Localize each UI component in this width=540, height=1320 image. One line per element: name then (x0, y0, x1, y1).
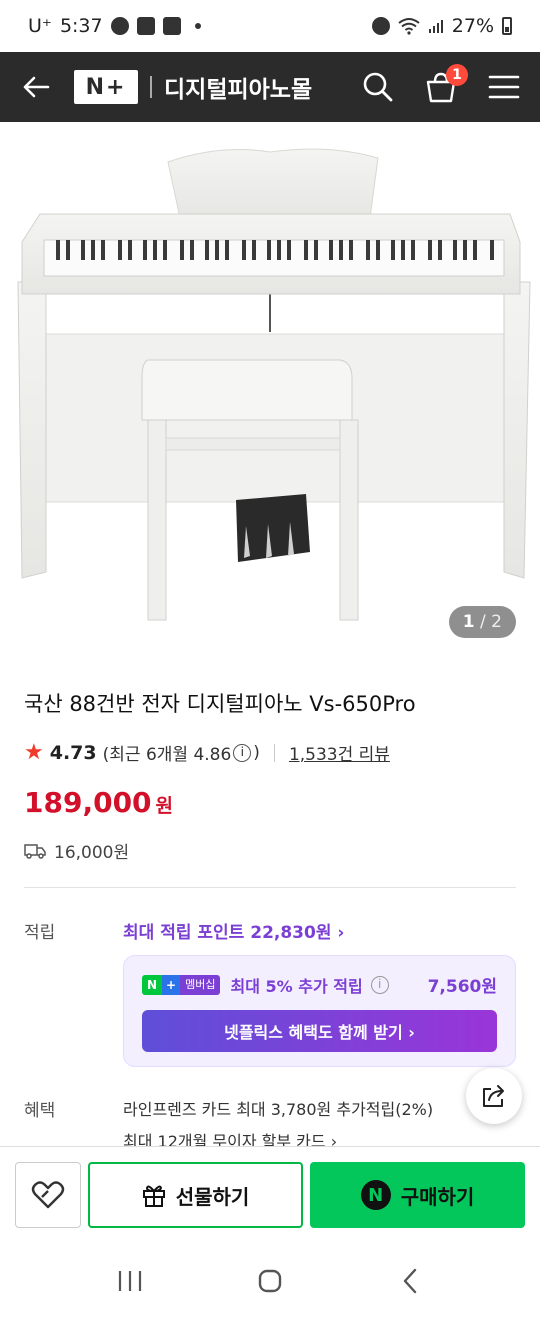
naver-plus-membership-badge: N + 멤버십 (142, 974, 221, 995)
home-button[interactable] (240, 1256, 300, 1306)
store-name[interactable]: 디지털피아노몰 (164, 70, 312, 104)
star-icon: ★ (24, 740, 44, 765)
arrow-left-icon (23, 76, 50, 98)
app-header: N+ 디지털피아노몰 1 (0, 52, 540, 122)
battery-icon (502, 17, 512, 35)
home-icon (258, 1269, 282, 1293)
review-count-link[interactable]: 1,533건 리뷰 (289, 740, 390, 765)
price-amount: 189,000 (24, 786, 152, 819)
status-right: 27% (371, 15, 512, 37)
gift-button[interactable]: 선물하기 (88, 1162, 303, 1228)
buy-label: 구매하기 (400, 1184, 475, 1209)
messenger-icon (110, 17, 129, 35)
recent-apps-button[interactable] (100, 1256, 160, 1306)
cart-count-badge: 1 (446, 64, 468, 86)
purchase-bar: 선물하기 N 구매하기 (0, 1146, 540, 1242)
header-divider (150, 76, 152, 98)
cart-button[interactable]: 1 (424, 64, 468, 104)
membership-amount: 7,560원 (427, 977, 497, 997)
clock: 5:37 (59, 15, 103, 37)
share-icon (483, 1085, 504, 1107)
pager-separator: / (480, 612, 486, 632)
membership-box: N + 멤버십 최대 5% 추가 적립 i 7,560원 넷플릭스 혜택도 함께… (123, 955, 516, 1067)
gift-icon (142, 1185, 165, 1207)
status-bar: U⁺ 5:37 27% (0, 0, 540, 52)
gallery-icon (136, 17, 155, 35)
wishlist-button[interactable] (15, 1162, 81, 1228)
price-currency: 원 (155, 795, 174, 817)
chevron-left-icon (403, 1268, 417, 1294)
share-button[interactable] (466, 1068, 522, 1124)
membership-text: 최대 5% 추가 적립 (230, 976, 363, 996)
recent-apps-icon (118, 1271, 142, 1291)
system-nav-bar (0, 1242, 540, 1320)
heart-icon (31, 1181, 65, 1209)
max-points-link[interactable]: 최대 적립 포인트 22,830원 › (123, 918, 344, 943)
membership-info-icon[interactable]: i (370, 975, 389, 994)
price: 189,000 원 (24, 786, 173, 819)
wifi-icon (398, 18, 420, 35)
netflix-benefit-button[interactable]: 넷플릭스 혜택도 함께 받기 › (142, 1010, 497, 1052)
delivery-truck-icon (24, 843, 46, 859)
benefits-label: 혜택 (24, 1101, 56, 1121)
shipping-row: 16,000원 (24, 838, 129, 863)
badge-text: 멤버십 (180, 974, 221, 995)
product-photo (17, 148, 531, 621)
notification-icon (162, 17, 181, 35)
product-image-gallery[interactable]: 1 / 2 (0, 122, 540, 660)
product-title: 국산 88건반 전자 디지털피아노 Vs-650Pro (24, 692, 416, 716)
header-actions: 1 (362, 64, 520, 104)
benefit-card-points: 라인프렌즈 카드 최대 3,780원 추가적립(2%) (123, 1100, 434, 1119)
menu-icon[interactable] (488, 74, 520, 100)
rating-row: ★ 4.73 (최근 6개월 4.86 i ) 1,533건 리뷰 (24, 740, 390, 765)
naver-pay-n-icon: N (360, 1180, 391, 1210)
back-nav-button[interactable] (380, 1256, 440, 1306)
rating-divider (273, 743, 275, 762)
carrier-label: U⁺ (28, 15, 52, 37)
rating-score: 4.73 (49, 741, 97, 764)
badge-plus: + (162, 974, 181, 995)
recent-rating: (최근 6개월 4.86 (102, 745, 232, 765)
gift-label: 선물하기 (175, 1184, 250, 1209)
battery-percent: 27% (451, 15, 494, 37)
naver-plus-logo[interactable]: N+ (74, 70, 138, 104)
back-button[interactable] (20, 71, 52, 103)
pager-total: 2 (491, 612, 502, 632)
alarm-icon (371, 17, 390, 35)
buy-button[interactable]: N 구매하기 (310, 1162, 525, 1228)
pager-current: 1 (462, 612, 475, 632)
shipping-fee: 16,000원 (54, 843, 130, 863)
section-divider (24, 887, 516, 888)
recent-rating-close: ) (253, 742, 260, 763)
membership-row: N + 멤버십 최대 5% 추가 적립 i 7,560원 (142, 972, 497, 997)
status-left: U⁺ 5:37 (28, 15, 201, 37)
image-pager: 1 / 2 (448, 606, 516, 638)
info-icon[interactable]: i (233, 743, 252, 762)
search-icon[interactable] (362, 71, 394, 103)
more-notifications-dot (194, 23, 201, 29)
signal-icon (428, 20, 443, 33)
points-label: 적립 (24, 923, 56, 943)
badge-n: N (142, 974, 163, 995)
